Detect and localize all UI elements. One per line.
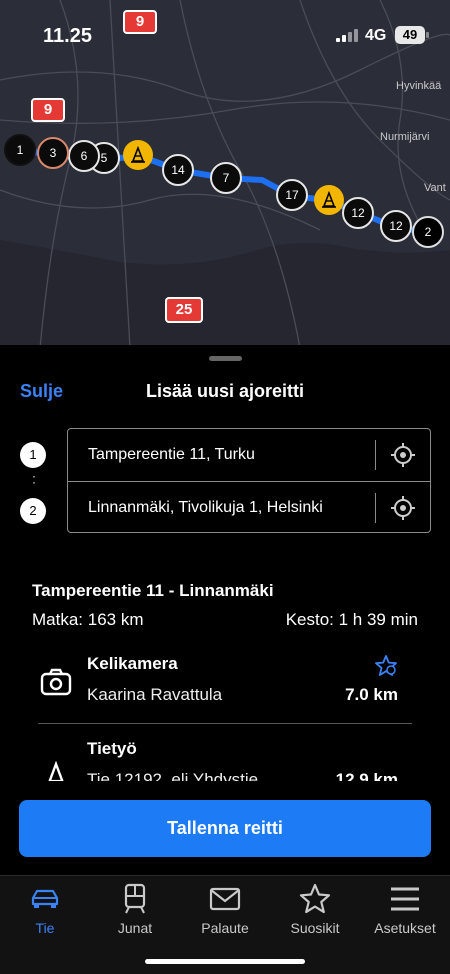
item-distance: 12.9 km (335, 770, 398, 781)
map-marker[interactable]: 1 (4, 134, 36, 166)
tab-label: Tie (35, 920, 55, 936)
favorite-star-icon[interactable] (374, 654, 398, 678)
road-sign-9: 9 (31, 98, 65, 122)
route-distance: Matka: 163 km (32, 610, 144, 629)
road-sign-25: 25 (165, 297, 203, 323)
tab-label: Asetukset (374, 920, 436, 936)
item-distance: 7.0 km (345, 685, 398, 704)
route-title: Tampereentie 11 - Linnanmäki (32, 581, 274, 600)
tab-junat[interactable]: Junat (90, 880, 180, 940)
tab-label: Palaute (201, 920, 249, 936)
road-sign-9-top: 9 (123, 10, 157, 34)
locate-icon[interactable] (388, 440, 418, 470)
map-marker[interactable]: 12 (380, 210, 412, 242)
map-marker[interactable]: 12 (342, 197, 374, 229)
sheet-title: Lisää uusi ajoreitti (145, 381, 305, 401)
item-name: Kelikamera (87, 654, 178, 673)
start-address-field[interactable]: Tampereentie 11, Turku (88, 446, 255, 464)
signal-icon (336, 28, 360, 42)
town-label: Nurmijärvi (380, 131, 430, 143)
map-marker[interactable]: 3 (37, 137, 69, 169)
route-duration: Kesto: 1 h 39 min (285, 610, 418, 629)
tab-label: Suosikit (290, 920, 340, 936)
destination-address-field[interactable]: Linnanmäki, Tivolikuja 1, Helsinki (88, 499, 323, 517)
map-marker[interactable]: 2 (412, 216, 444, 248)
roadwork-cone-icon (48, 761, 64, 781)
star-icon (299, 883, 331, 914)
item-subtitle: Tie 12192, eli Yhdystie (87, 770, 259, 781)
item-name: Tietyö (87, 739, 137, 758)
sheet-grabber[interactable] (209, 356, 242, 361)
town-label: Hyvinkää (396, 80, 442, 92)
add-route-sheet: Sulje Lisää uusi ajoreitti 1 · · 2 Tamper… (0, 345, 450, 875)
tab-bar: Tie Junat Palaute Suosikit Asetukset (0, 875, 450, 974)
status-bar: 11.25 4G 49 (0, 22, 450, 52)
battery-icon: 49 (395, 26, 425, 44)
waypoint-index: 1 (20, 442, 46, 468)
list-item[interactable]: Tietyö Tie 12192, eli Yhdystie 12.9 km (38, 735, 412, 781)
save-route-button[interactable]: Tallenna reitti (19, 800, 431, 857)
item-subtitle: Kaarina Ravattula (87, 685, 223, 704)
network-type: 4G (365, 27, 387, 44)
map-marker[interactable]: 14 (162, 154, 194, 186)
tab-palaute[interactable]: Palaute (180, 880, 270, 940)
waypoint-index: 2 (20, 498, 46, 524)
status-time: 11.25 (43, 25, 92, 47)
camera-icon (40, 668, 72, 696)
list-item[interactable]: Kelikamera Kaarina Ravattula 7.0 km (38, 650, 412, 720)
menu-icon (391, 887, 419, 911)
tab-asetukset[interactable]: Asetukset (360, 880, 450, 940)
home-indicator[interactable] (145, 959, 305, 964)
roadwork-cone-icon[interactable] (314, 185, 344, 215)
train-icon (124, 883, 146, 914)
town-label: Vant (424, 182, 446, 194)
tab-label: Junat (117, 920, 153, 936)
tab-suosikit[interactable]: Suosikit (270, 880, 360, 940)
locate-icon[interactable] (388, 493, 418, 523)
tab-tie[interactable]: Tie (0, 880, 90, 940)
map-marker[interactable]: 17 (276, 179, 308, 211)
mail-icon (209, 887, 241, 911)
car-icon (31, 889, 59, 908)
roadwork-cone-icon[interactable] (123, 140, 153, 170)
map-marker[interactable]: 6 (68, 140, 100, 172)
waypoint-connector: · · (32, 469, 36, 489)
map-marker[interactable]: 7 (210, 162, 242, 194)
waypoint-box: Tampereentie 11, Turku Linnanmäki, Tivol… (67, 428, 431, 533)
map-view[interactable]: 11.25 4G 49 9 9 25 Hyvinkää Nurmijärvi V… (0, 0, 450, 348)
